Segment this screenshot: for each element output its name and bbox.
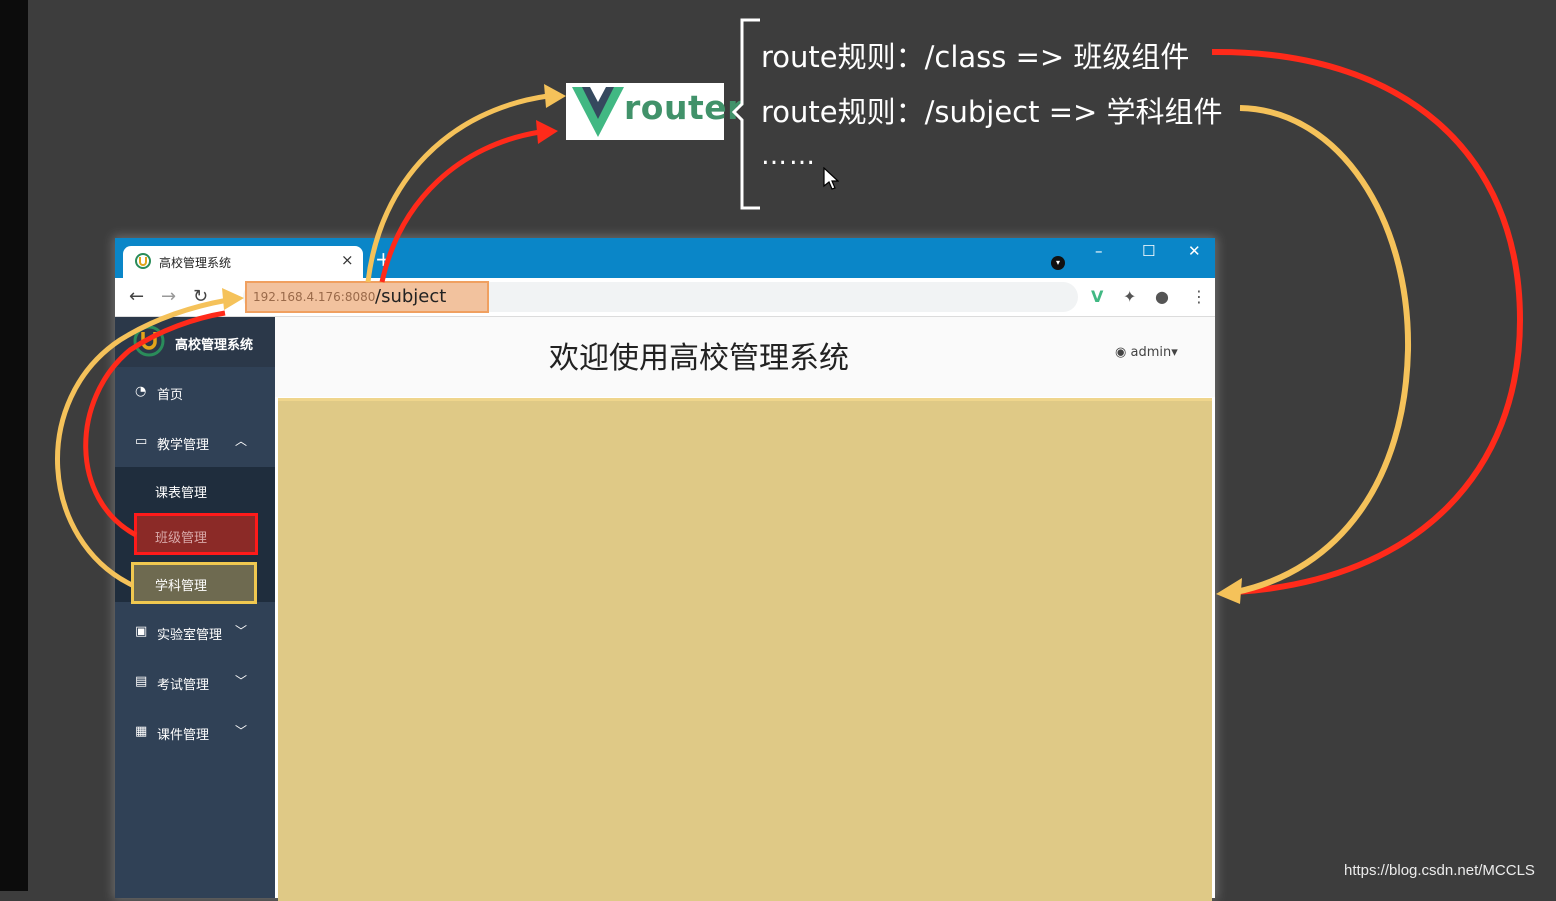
arrow-url-to-router-yellow <box>365 93 549 283</box>
arrow-url-to-router-red <box>379 129 541 283</box>
arrows-overlay <box>55 18 1524 604</box>
arrow-head-yellow-url <box>222 288 244 310</box>
arrow-class-rule-to-content-red <box>1211 48 1524 595</box>
arrow-class-to-url-red <box>83 310 226 538</box>
arrow-head-content <box>1216 578 1242 604</box>
arrow-head-yellow-router <box>544 84 566 108</box>
arrow-head-red-router <box>536 120 558 144</box>
rules-bracket <box>731 18 760 210</box>
arrow-subject-rule-to-content-yellow <box>1235 105 1412 595</box>
watermark: https://blog.csdn.net/MCCLS <box>1344 862 1535 879</box>
